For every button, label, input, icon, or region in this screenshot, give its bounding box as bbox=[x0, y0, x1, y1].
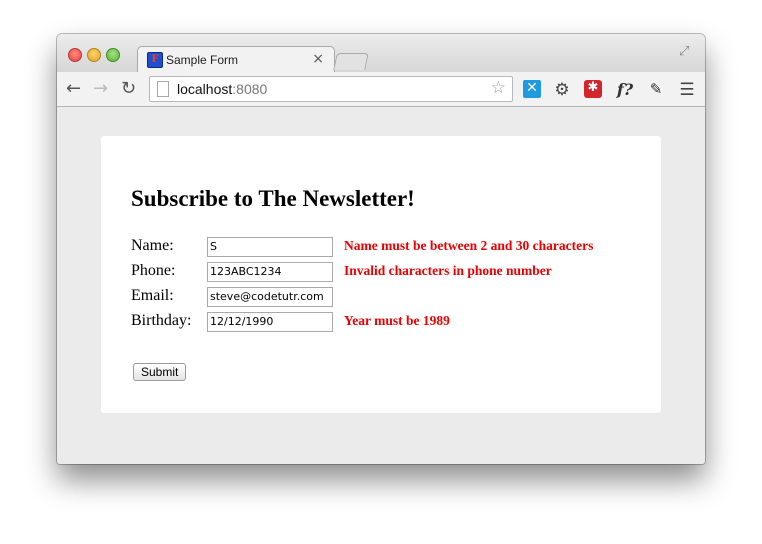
name-field[interactable]: S bbox=[207, 237, 333, 257]
phone-error: Invalid characters in phone number bbox=[344, 263, 552, 278]
email-label: Email: bbox=[131, 287, 174, 304]
birthday-label: Birthday: bbox=[131, 312, 192, 329]
minimize-window-button[interactable] bbox=[87, 48, 101, 62]
font-finder-icon[interactable]: f? bbox=[614, 80, 636, 99]
url-port: :8080 bbox=[232, 81, 268, 97]
zoom-window-button[interactable] bbox=[106, 48, 120, 62]
page-icon bbox=[157, 81, 169, 97]
close-window-button[interactable] bbox=[68, 48, 82, 62]
email-field[interactable]: steve@codetutr.com bbox=[207, 287, 333, 307]
address-bar[interactable]: localhost:8080 ☆ bbox=[149, 76, 513, 102]
page-viewport: Subscribe to The Newsletter! Name: S Nam… bbox=[57, 107, 705, 464]
phone-label: Phone: bbox=[131, 262, 176, 279]
lastpass-icon[interactable]: ✱ bbox=[584, 80, 602, 98]
page-title: Subscribe to The Newsletter! bbox=[131, 186, 415, 211]
browser-window: F Sample Form × ⤢ ← → ↻ localhost:8080 ☆… bbox=[57, 34, 705, 464]
birthday-field[interactable]: 12/12/1990 bbox=[207, 312, 333, 332]
browser-toolbar: ← → ↻ localhost:8080 ☆ ✕ ⚙ ✱ f? ✎ ☰ bbox=[57, 72, 705, 107]
star-icon[interactable]: ☆ bbox=[491, 78, 506, 98]
phone-field[interactable]: 123ABC1234 bbox=[207, 262, 333, 282]
eyedropper-icon[interactable]: ✎ bbox=[647, 80, 665, 98]
birthday-error: Year must be 1989 bbox=[344, 313, 450, 328]
name-label: Name: bbox=[131, 237, 174, 254]
gear-icon[interactable]: ⚙ bbox=[553, 80, 571, 100]
extension-x-icon[interactable]: ✕ bbox=[523, 80, 541, 98]
forward-arrow-icon[interactable]: → bbox=[93, 79, 108, 99]
menu-icon[interactable]: ☰ bbox=[678, 80, 696, 100]
favicon-icon: F bbox=[147, 52, 163, 68]
submit-button[interactable]: Submit bbox=[133, 363, 187, 381]
new-tab-button[interactable] bbox=[333, 53, 369, 70]
url-host: localhost bbox=[177, 81, 233, 97]
url-text: localhost:8080 bbox=[177, 81, 267, 97]
reload-icon[interactable]: ↻ bbox=[121, 79, 136, 99]
name-error: Name must be between 2 and 30 characters bbox=[344, 238, 594, 253]
tab-title: Sample Form bbox=[166, 53, 239, 67]
tab-sample-form[interactable]: F Sample Form × bbox=[137, 46, 335, 73]
back-arrow-icon[interactable]: ← bbox=[66, 79, 81, 99]
form-card: Subscribe to The Newsletter! Name: S Nam… bbox=[101, 136, 661, 413]
tab-close-icon[interactable]: × bbox=[312, 51, 324, 67]
title-bar: F Sample Form × ⤢ bbox=[57, 34, 705, 73]
fullscreen-icon[interactable]: ⤢ bbox=[679, 44, 693, 59]
